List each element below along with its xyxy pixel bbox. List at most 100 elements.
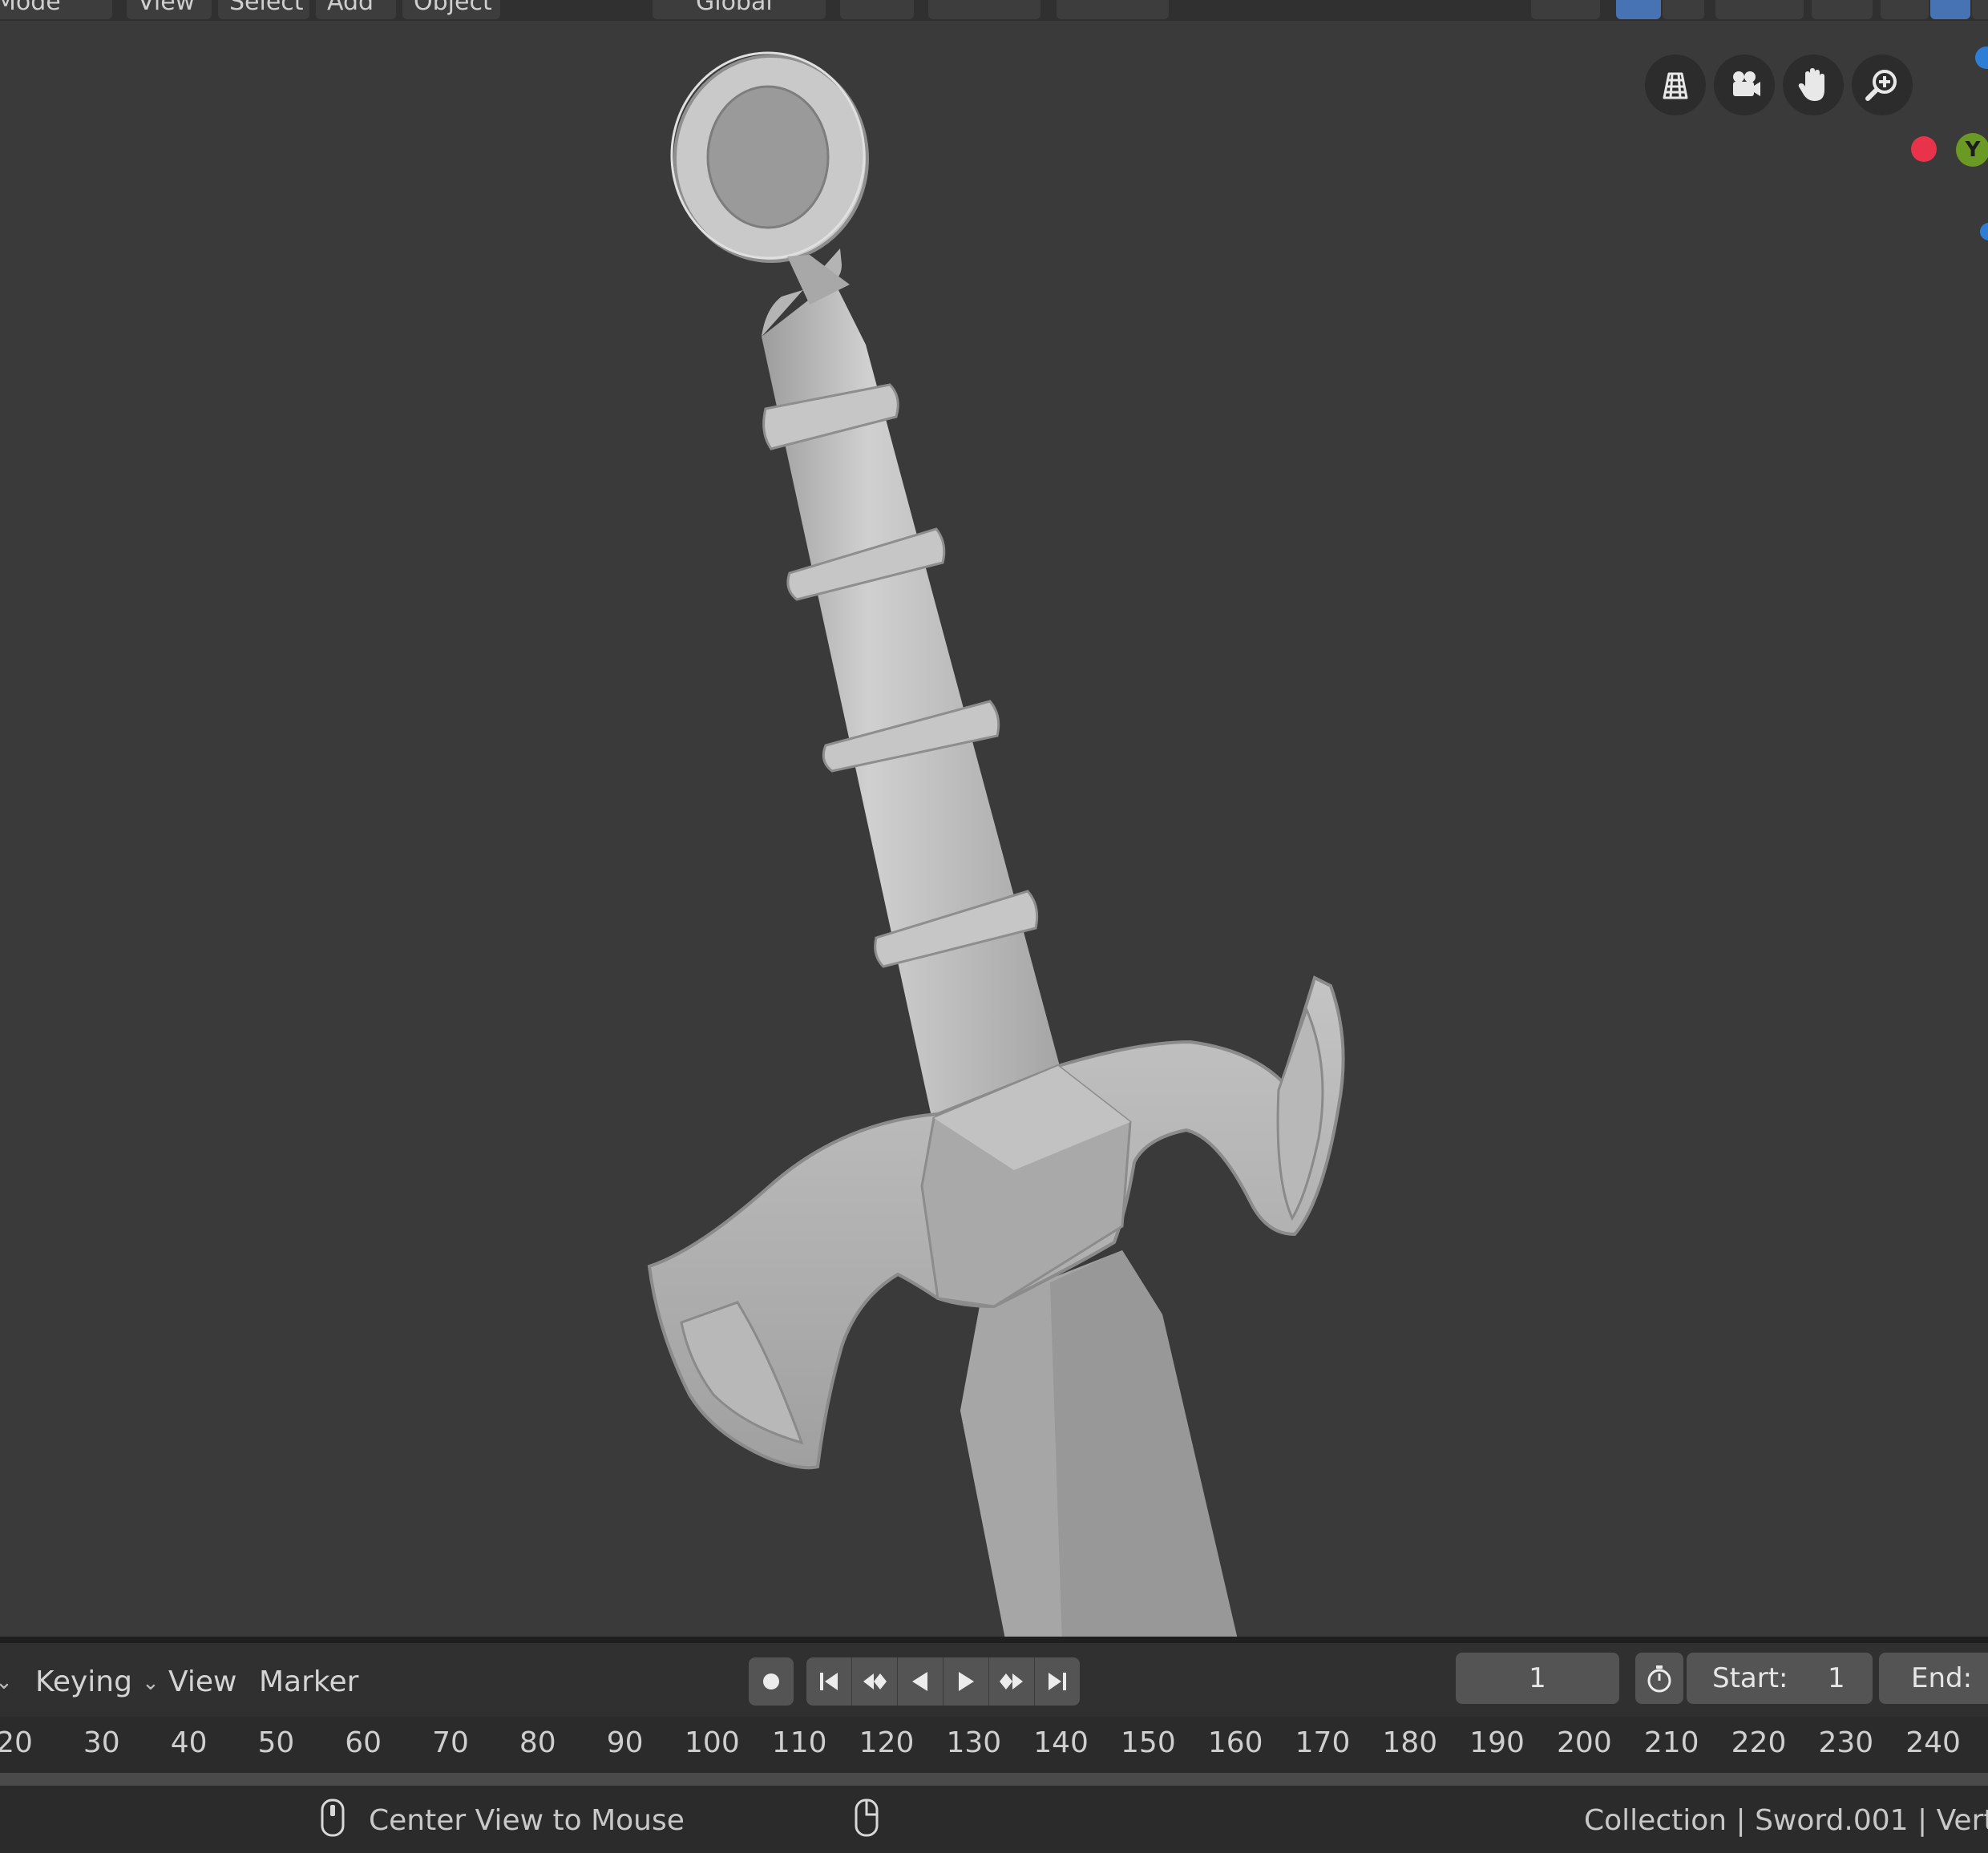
gizmo-x-axis[interactable] <box>1911 136 1937 162</box>
current-frame-field[interactable]: 1 <box>1456 1653 1619 1704</box>
stopwatch-icon <box>1647 1665 1671 1693</box>
shading-solid-button[interactable] <box>1930 0 1970 19</box>
record-icon <box>763 1673 779 1690</box>
grid-icon <box>1663 72 1688 99</box>
next-keyframe-icon <box>1000 1673 1023 1690</box>
frame-tick-label: 90 <box>606 1726 644 1759</box>
jump-to-prev-keyframe-button[interactable] <box>852 1657 898 1706</box>
frame-tick-label: 100 <box>685 1726 740 1759</box>
menu-object-label: Object <box>414 0 492 16</box>
zoom-icon <box>1865 70 1897 101</box>
menu-view-label: View <box>138 0 196 16</box>
jump-to-start-button[interactable] <box>806 1657 852 1706</box>
frame-tick-label: 120 <box>859 1726 915 1759</box>
pivot-point-button[interactable] <box>840 0 914 19</box>
toggle-perspective-button[interactable] <box>1645 54 1706 115</box>
menu-select-label: Select <box>229 0 304 16</box>
gizmo-y-label: Y <box>1965 138 1981 162</box>
mode-dropdown[interactable]: Mode <box>0 0 112 19</box>
mouse-middle-button-icon <box>321 1798 345 1837</box>
frame-tick-label: 240 <box>1905 1726 1961 1759</box>
frame-tick-label: 150 <box>1121 1726 1176 1759</box>
menu-view[interactable]: View <box>127 0 212 19</box>
gizmo-y-axis[interactable]: Y <box>1956 133 1988 167</box>
sword-blade <box>960 1250 1238 1637</box>
shading-material-button[interactable] <box>1972 0 1988 19</box>
start-label: Start: <box>1712 1662 1788 1694</box>
xray-button[interactable] <box>1812 0 1873 19</box>
frame-tick-label: 170 <box>1295 1726 1351 1759</box>
menu-select[interactable]: Select <box>218 0 309 19</box>
frame-tick-label: 60 <box>345 1726 382 1759</box>
playback-chevron-icon[interactable]: ⌄ <box>0 1661 13 1704</box>
frame-tick-label: 200 <box>1557 1726 1612 1759</box>
timeline-header: ⌄ Keying ⌄ View Marker 1 Start: 1 End: <box>0 1643 1988 1717</box>
menu-object[interactable]: Object <box>402 0 500 19</box>
play-reverse-button[interactable] <box>898 1657 943 1706</box>
3d-viewport[interactable]: Y <box>0 21 1988 1637</box>
end-label: End: <box>1911 1662 1973 1694</box>
jump-to-end-button[interactable] <box>1035 1657 1080 1706</box>
frame-tick-label: 70 <box>432 1726 469 1759</box>
keying-menu[interactable]: Keying ⌄ <box>35 1661 160 1704</box>
camera-view-button[interactable] <box>1714 54 1775 115</box>
gizmo-toggle-button[interactable] <box>1616 0 1661 19</box>
frame-tick-label: 40 <box>170 1726 208 1759</box>
preview-range-button[interactable] <box>1635 1653 1683 1704</box>
frame-tick-label: 50 <box>257 1726 295 1759</box>
frame-tick-label: 220 <box>1731 1726 1787 1759</box>
jump-start-icon <box>820 1673 838 1690</box>
menu-add[interactable]: Add <box>316 0 396 19</box>
timeline-scrollbar[interactable] <box>0 1773 1988 1786</box>
auto-keying-button[interactable] <box>749 1657 794 1706</box>
prev-keyframe-icon <box>863 1673 887 1690</box>
playback-controls <box>806 1657 1080 1706</box>
timeline-ruler[interactable]: 20 30 40 50 60 70 80 90 100 110 120 130 140 150 160 170… <box>0 1717 1988 1789</box>
play-reverse-icon <box>912 1672 927 1691</box>
pan-view-button[interactable] <box>1783 54 1844 115</box>
timeline-view-label: View <box>168 1665 237 1698</box>
camera-icon <box>1733 71 1760 96</box>
frame-tick-label: 20 <box>0 1726 33 1759</box>
play-button[interactable] <box>943 1657 989 1706</box>
scene-statistics: Collection | Sword.001 | Verts:1,69 <box>1584 1804 1988 1837</box>
zoom-view-button[interactable] <box>1852 54 1913 115</box>
orientation-label: Global <box>696 0 773 16</box>
frame-tick-label: 180 <box>1382 1726 1438 1759</box>
shading-wireframe-button[interactable] <box>1881 0 1929 19</box>
mouse-right-button-icon <box>855 1798 879 1837</box>
menu-add-label: Add <box>327 0 374 16</box>
status-hint: Center View to Mouse <box>369 1804 685 1837</box>
play-icon <box>959 1672 974 1691</box>
current-frame-value: 1 <box>1529 1662 1546 1694</box>
snap-button[interactable] <box>928 0 1040 19</box>
keying-label: Keying <box>35 1665 132 1698</box>
frame-tick-label: 110 <box>771 1726 827 1759</box>
frame-tick-label: 210 <box>1643 1726 1699 1759</box>
viewport-header: Mode View Select Add Object Global <box>0 0 1988 21</box>
frame-tick-label: 80 <box>519 1726 556 1759</box>
frame-tick-label: 30 <box>83 1726 120 1759</box>
jump-to-next-keyframe-button[interactable] <box>989 1657 1035 1706</box>
overlays-button[interactable] <box>1715 0 1804 19</box>
sword-grip <box>762 281 1066 1146</box>
orientation-dropdown[interactable]: Global <box>653 0 826 19</box>
area-separator[interactable] <box>0 1637 1988 1643</box>
frame-tick-label: 230 <box>1818 1726 1874 1759</box>
status-bar: Center View to Mouse Collection | Sword.… <box>0 1789 1988 1853</box>
frame-tick-label: 160 <box>1207 1726 1263 1759</box>
gizmo-dropdown-button[interactable] <box>1663 0 1704 19</box>
marker-label: Marker <box>259 1665 359 1698</box>
chevron-down-icon: ⌄ <box>141 1671 160 1695</box>
timeline-view-menu[interactable]: View <box>168 1661 236 1704</box>
sword-model[interactable] <box>0 21 1988 1637</box>
frame-tick-label: 130 <box>946 1726 1002 1759</box>
frame-tick-label: 140 <box>1033 1726 1089 1759</box>
marker-menu[interactable]: Marker <box>259 1661 358 1704</box>
overlay-visibility-button[interactable] <box>1531 0 1600 19</box>
proportional-editing-button[interactable] <box>1057 0 1169 19</box>
jump-end-icon <box>1049 1673 1066 1690</box>
mode-label: Mode <box>0 0 61 16</box>
start-frame-value: 1 <box>1828 1662 1845 1694</box>
frame-tick-label: 190 <box>1469 1726 1525 1759</box>
